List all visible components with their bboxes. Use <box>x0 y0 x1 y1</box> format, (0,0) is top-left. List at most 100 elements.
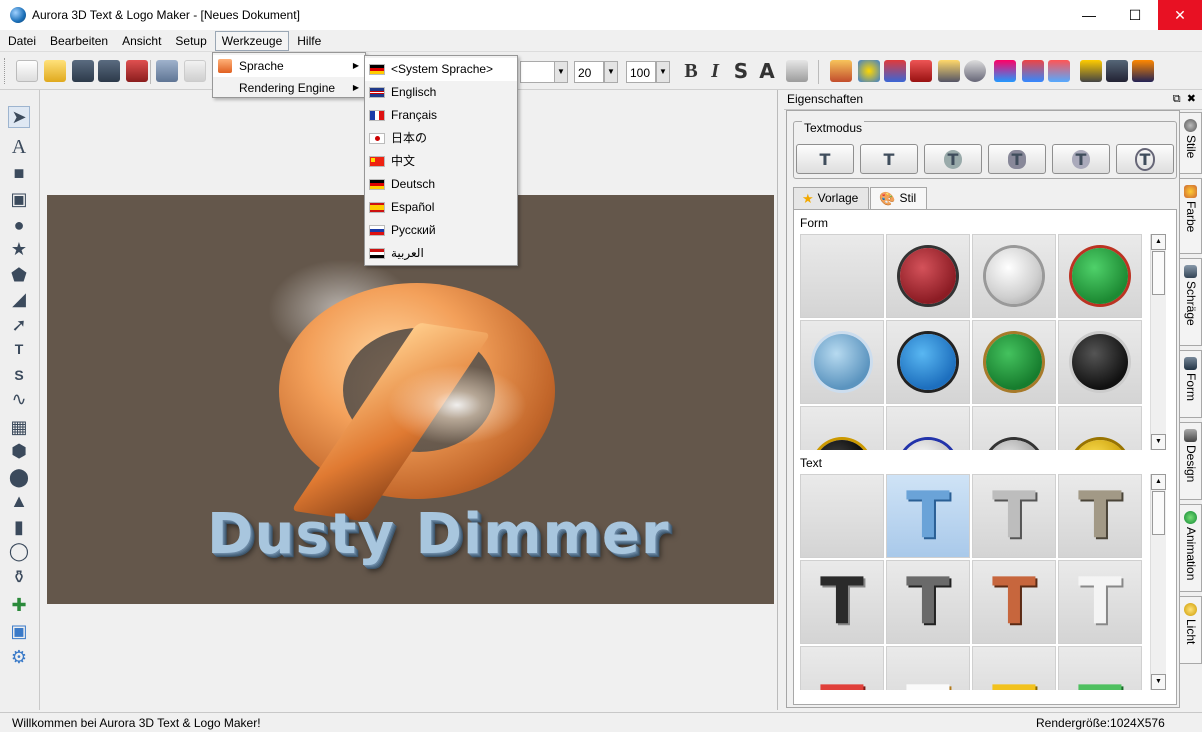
box-icon[interactable]: ⬢ <box>8 440 30 462</box>
textmode-extrude-button[interactable]: T <box>860 144 918 174</box>
textmode-flat-button[interactable]: T <box>796 144 854 174</box>
language-item-arabic[interactable]: العربية <box>365 242 517 265</box>
add-symbol-icon[interactable]: ✚ <box>8 594 30 616</box>
text-style-item[interactable]: T <box>972 560 1056 644</box>
cut-icon[interactable] <box>156 60 178 82</box>
language-item-francais[interactable]: Français <box>365 104 517 127</box>
circle-icon[interactable]: ● <box>8 214 30 236</box>
menu-item-sprache[interactable]: Sprache ▶ <box>213 55 365 77</box>
path-icon[interactable]: ∿ <box>8 388 30 410</box>
text-style-item[interactable]: T <box>886 474 970 558</box>
select-arrow-icon[interactable]: ➤ <box>8 106 30 128</box>
side-tab-form[interactable]: Form <box>1180 350 1202 418</box>
textmode-circle-button[interactable]: T <box>1052 144 1110 174</box>
text-style-item[interactable]: T <box>1058 474 1142 558</box>
bold-button[interactable]: B <box>680 60 702 82</box>
form-style-item[interactable] <box>1058 406 1142 450</box>
symbol-icon[interactable]: S <box>8 364 30 386</box>
scroll-thumb[interactable] <box>1152 491 1165 535</box>
text-box-icon[interactable]: T <box>8 338 30 360</box>
side-tab-animation[interactable]: Animation <box>1180 504 1202 592</box>
cylinder-icon[interactable]: ▮ <box>8 516 30 538</box>
color-wheel-icon[interactable] <box>858 60 880 82</box>
side-tab-stile[interactable]: Stile <box>1180 112 1202 174</box>
textmode-round-button[interactable]: T <box>924 144 982 174</box>
scroll-down-icon[interactable]: ▼ <box>1151 674 1166 690</box>
text-style-item[interactable]: T <box>972 474 1056 558</box>
form-scrollbar[interactable]: ▲ ▼ <box>1150 234 1166 450</box>
language-item-espanol[interactable]: Español <box>365 196 517 219</box>
form-style-item[interactable] <box>1058 234 1142 318</box>
close-panel-icon[interactable]: ✖ <box>1187 93 1196 105</box>
side-tab-farbe[interactable]: Farbe <box>1180 178 1202 254</box>
language-item-russian[interactable]: Русский <box>365 219 517 242</box>
side-tab-schraege[interactable]: Schräge <box>1180 258 1202 346</box>
star-icon[interactable]: ★ <box>8 238 30 260</box>
outline-button[interactable]: A <box>756 60 778 82</box>
form-style-item[interactable] <box>886 406 970 450</box>
material-icon[interactable] <box>884 60 906 82</box>
close-button[interactable]: ✕ <box>1158 0 1202 30</box>
text-effect-icon-2[interactable] <box>1022 60 1044 82</box>
form-style-item[interactable] <box>886 320 970 404</box>
arrow-shape-icon[interactable]: ➚ <box>8 314 30 336</box>
size-dropdown-arrow-icon[interactable]: ▼ <box>604 61 618 83</box>
menu-ansicht[interactable]: Ansicht <box>116 31 167 51</box>
red-cube-icon[interactable] <box>910 60 932 82</box>
menu-datei[interactable]: Datei <box>2 31 42 51</box>
menu-bearbeiten[interactable]: Bearbeiten <box>44 31 114 51</box>
float-panel-icon[interactable]: ⧉ <box>1173 93 1181 105</box>
scroll-down-icon[interactable]: ▼ <box>1151 434 1166 450</box>
new-document-icon[interactable] <box>16 60 38 82</box>
open-folder-icon[interactable] <box>44 60 66 82</box>
form-style-item[interactable] <box>972 234 1056 318</box>
pentagon-icon[interactable]: ⬟ <box>8 264 30 286</box>
toolbar-grip[interactable] <box>4 58 7 84</box>
text-style-item[interactable]: T <box>886 646 970 690</box>
scroll-up-icon[interactable]: ▲ <box>1151 474 1166 490</box>
save-icon[interactable] <box>72 60 94 82</box>
scroll-up-icon[interactable]: ▲ <box>1151 234 1166 250</box>
side-tab-licht[interactable]: Licht <box>1180 596 1202 664</box>
size-field[interactable]: 20 <box>574 61 604 83</box>
textmode-ring-button[interactable]: T <box>1116 144 1174 174</box>
scroll-thumb[interactable] <box>1152 251 1165 295</box>
text-effect-icon-1[interactable] <box>994 60 1016 82</box>
curve-shape-icon[interactable]: ◢ <box>8 288 30 310</box>
text-style-item[interactable] <box>800 474 884 558</box>
torus-icon[interactable]: ◯ <box>8 540 30 562</box>
form-style-item[interactable] <box>972 406 1056 450</box>
language-item-system[interactable]: <System Sprache> <box>365 58 517 81</box>
form-style-item[interactable] <box>886 234 970 318</box>
side-tab-design[interactable]: Design <box>1180 422 1202 500</box>
text-style-item[interactable]: T <box>886 560 970 644</box>
rounded-rectangle-icon[interactable]: ▣ <box>8 188 30 210</box>
rectangle-icon[interactable]: ■ <box>8 162 30 184</box>
text-style-item[interactable]: T <box>1058 646 1142 690</box>
textmode-round-2-button[interactable]: T <box>988 144 1046 174</box>
text-scrollbar[interactable]: ▲ ▼ <box>1150 474 1166 690</box>
add-object-icon[interactable]: ⚙ <box>8 646 30 668</box>
language-item-chinese[interactable]: 中文 <box>365 150 517 173</box>
text-style-item[interactable]: T <box>1058 560 1142 644</box>
tab-vorlage[interactable]: ★ Vorlage <box>793 187 870 209</box>
form-style-item[interactable] <box>1058 320 1142 404</box>
menu-item-rendering-engine[interactable]: Rendering Engine ▶ <box>213 77 365 99</box>
sphere-icon[interactable]: ⬤ <box>8 466 30 488</box>
layer-icon[interactable] <box>1080 60 1102 82</box>
add-image-icon[interactable]: ▣ <box>8 620 30 642</box>
text-style-item[interactable]: T <box>800 646 884 690</box>
percent-field[interactable]: 100 <box>626 61 656 83</box>
italic-button[interactable]: I <box>704 60 726 82</box>
double-chevron-icon[interactable] <box>786 60 808 82</box>
export-icon[interactable] <box>126 60 148 82</box>
form-style-item[interactable] <box>800 320 884 404</box>
text-tool-icon[interactable]: A <box>8 136 30 158</box>
cube-icon[interactable]: ▦ <box>8 416 30 438</box>
cone-icon[interactable]: ▲ <box>8 490 30 512</box>
font-dropdown-arrow-icon[interactable]: ▼ <box>554 61 568 83</box>
language-item-japanese[interactable]: 日本の <box>365 127 517 150</box>
axis-icon[interactable] <box>830 60 852 82</box>
menu-hilfe[interactable]: Hilfe <box>291 31 327 51</box>
text-style-item[interactable]: T <box>972 646 1056 690</box>
